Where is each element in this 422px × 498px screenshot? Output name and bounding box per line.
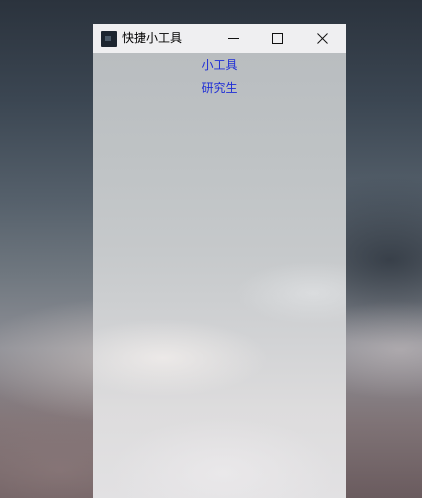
window-title: 快捷小工具 xyxy=(122,31,183,45)
desktop-background: 快捷小工具 小工具 研究生 xyxy=(0,0,422,498)
link-tools[interactable]: 小工具 xyxy=(93,58,346,73)
link-graduate[interactable]: 研究生 xyxy=(93,81,346,96)
minimize-icon xyxy=(228,38,239,39)
window-content: 小工具 研究生 xyxy=(93,53,346,498)
maximize-icon xyxy=(272,33,283,44)
close-button[interactable] xyxy=(300,24,345,53)
minimize-button[interactable] xyxy=(211,24,256,53)
title-bar[interactable]: 快捷小工具 xyxy=(93,24,346,53)
close-icon xyxy=(317,33,328,44)
maximize-button[interactable] xyxy=(255,24,300,53)
app-window: 快捷小工具 小工具 研究生 xyxy=(93,24,346,498)
app-icon xyxy=(101,31,117,47)
